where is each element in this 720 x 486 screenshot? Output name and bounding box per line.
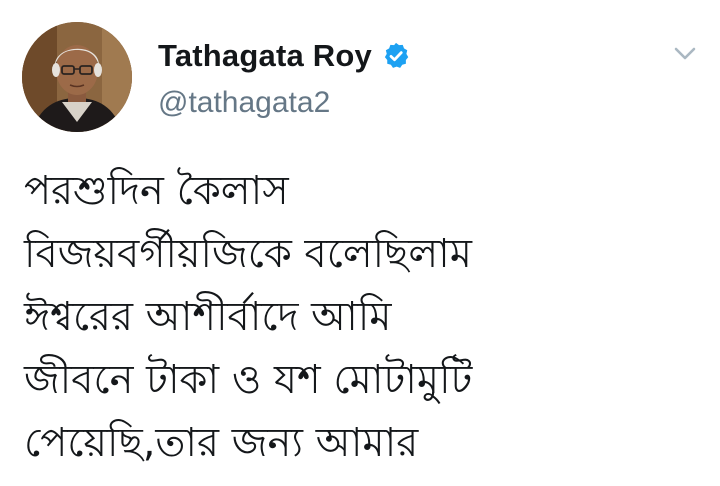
tweet-text-line: ঈশ্বরের আশীর্বাদে আমি — [24, 294, 392, 340]
tweet-text-line: জীবনে টাকা ও যশ মোটামুটি — [24, 357, 473, 403]
verified-badge-icon — [381, 41, 411, 71]
author-name-row: Tathagata Roy — [158, 36, 411, 76]
author-handle[interactable]: @tathagata2 — [158, 86, 330, 120]
chevron-down-icon[interactable] — [670, 40, 700, 66]
tweet-text-line: বিজয়বর্গীয়জিকে বলেছিলাম — [24, 231, 472, 277]
avatar[interactable] — [22, 22, 132, 132]
author-display-name[interactable]: Tathagata Roy — [158, 38, 372, 74]
tweet-text-line: পরশুদিন কৈলাস — [24, 168, 289, 214]
tweet-text: পরশুদিন কৈলাস বিজয়বর্গীয়জিকে বলেছিলাম … — [24, 160, 704, 475]
tweet-text-line: পেয়েছি,তার জন্য আমার — [24, 420, 419, 466]
tweet-card: Tathagata Roy @tathagata2 পরশুদিন কৈলাস … — [0, 0, 720, 486]
